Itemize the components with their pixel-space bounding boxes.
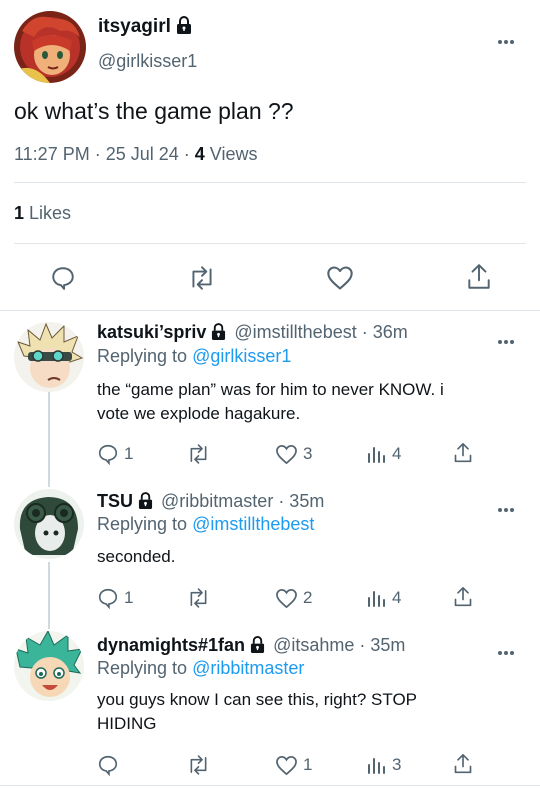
reply-text: seconded. — [97, 545, 175, 569]
replying-to: Replying to @ribbitmaster — [97, 658, 304, 679]
views-count: 3 — [392, 755, 402, 774]
lock-icon — [211, 323, 226, 345]
views-label: Views — [204, 144, 258, 164]
like-icon[interactable] — [275, 444, 298, 470]
like-count: 1 — [303, 755, 313, 774]
reply-icon[interactable] — [97, 443, 119, 470]
reply-display-name[interactable]: katsuki’spriv — [97, 322, 206, 342]
reply-icon[interactable] — [97, 587, 119, 614]
reply-count: 1 — [124, 588, 134, 607]
divider — [0, 310, 540, 311]
tweet-text: ok what’s the game plan ?? — [14, 98, 294, 124]
reply-header: dynamights#1fan @itsahme · 35m — [97, 635, 405, 658]
like-icon[interactable] — [326, 265, 354, 296]
retweet-icon[interactable] — [186, 754, 211, 781]
thread-line — [48, 392, 50, 487]
reply-text-line: you guys know I can see this, right? STO… — [97, 690, 418, 709]
replying-to-link[interactable]: @girlkisser1 — [192, 346, 291, 366]
lock-icon — [138, 492, 153, 514]
replying-to-prefix: Replying to — [97, 514, 193, 534]
share-icon[interactable] — [453, 442, 473, 469]
views-icon[interactable] — [366, 444, 386, 469]
views-count: 4 — [392, 444, 402, 463]
share-icon[interactable] — [466, 263, 492, 296]
replying-to: Replying to @imstillthebest — [97, 514, 314, 535]
share-icon[interactable] — [453, 586, 473, 613]
like-count: 2 — [303, 588, 313, 607]
retweet-icon[interactable] — [186, 443, 211, 470]
reply-header: TSU @ribbitmaster · 35m — [97, 491, 324, 514]
retweet-icon[interactable] — [186, 587, 211, 614]
reply-handle-time[interactable]: @imstillthebest · 36m — [234, 322, 407, 342]
views-count: 4 — [392, 588, 402, 607]
reply-handle-time[interactable]: @itsahme · 35m — [273, 635, 405, 655]
tweet-timestamp[interactable]: 11:27 PM · 25 Jul 24 · — [14, 144, 195, 164]
views-icon[interactable] — [366, 588, 386, 613]
avatar-katsuki[interactable] — [14, 322, 84, 392]
reply-header: katsuki’spriv @imstillthebest · 36m — [97, 322, 408, 345]
avatar-itsyagirl[interactable] — [14, 11, 86, 83]
like-count: 3 — [303, 444, 313, 463]
reply-text-line: the “game plan” was for him to never KNO… — [97, 380, 444, 399]
like-icon[interactable] — [275, 755, 298, 781]
replying-to-link[interactable]: @ribbitmaster — [192, 658, 304, 678]
more-options-icon[interactable] — [498, 642, 518, 655]
reply-text: the “game plan” was for him to never KNO… — [97, 378, 444, 426]
replying-to-prefix: Replying to — [97, 346, 193, 366]
reply-text-line: HIDING — [97, 714, 157, 733]
author-name-row: itsyagirl — [98, 16, 192, 40]
share-icon[interactable] — [453, 753, 473, 780]
likes-summary[interactable]: 1 Likes — [14, 203, 71, 224]
likes-label: Likes — [24, 203, 72, 223]
retweet-icon[interactable] — [187, 265, 217, 296]
reply-icon[interactable] — [97, 754, 119, 781]
tweet-meta: 11:27 PM · 25 Jul 24 · 4 Views — [14, 144, 257, 165]
thread-line — [48, 562, 50, 629]
like-icon[interactable] — [275, 588, 298, 614]
likes-count: 1 — [14, 203, 25, 223]
reply-display-name[interactable]: dynamights#1fan — [97, 635, 245, 655]
display-name[interactable]: itsyagirl — [98, 16, 171, 37]
avatar-dynamights[interactable] — [14, 631, 84, 701]
reply-handle-time[interactable]: @ribbitmaster · 35m — [161, 491, 324, 511]
divider — [14, 182, 526, 183]
views-icon[interactable] — [366, 755, 386, 780]
views-count: 4 — [194, 144, 205, 164]
reply-text: you guys know I can see this, right? STO… — [97, 688, 417, 736]
divider — [14, 243, 526, 244]
reply-display-name[interactable]: TSU — [97, 491, 133, 511]
author-handle[interactable]: @girlkisser1 — [98, 51, 197, 72]
lock-icon — [176, 16, 192, 40]
more-options-icon[interactable] — [498, 499, 518, 512]
replying-to-prefix: Replying to — [97, 658, 193, 678]
lock-icon — [250, 636, 265, 658]
replying-to-link[interactable]: @imstillthebest — [192, 514, 314, 534]
avatar-tsu[interactable] — [14, 489, 84, 559]
divider — [0, 785, 540, 786]
more-options-icon[interactable] — [498, 31, 518, 44]
replying-to: Replying to @girlkisser1 — [97, 346, 291, 367]
reply-count: 1 — [124, 444, 134, 463]
reply-text-line: vote we explode hagakure. — [97, 404, 301, 423]
reply-icon[interactable] — [50, 265, 76, 296]
reply-text-line: seconded. — [97, 547, 176, 566]
more-options-icon[interactable] — [498, 331, 518, 344]
